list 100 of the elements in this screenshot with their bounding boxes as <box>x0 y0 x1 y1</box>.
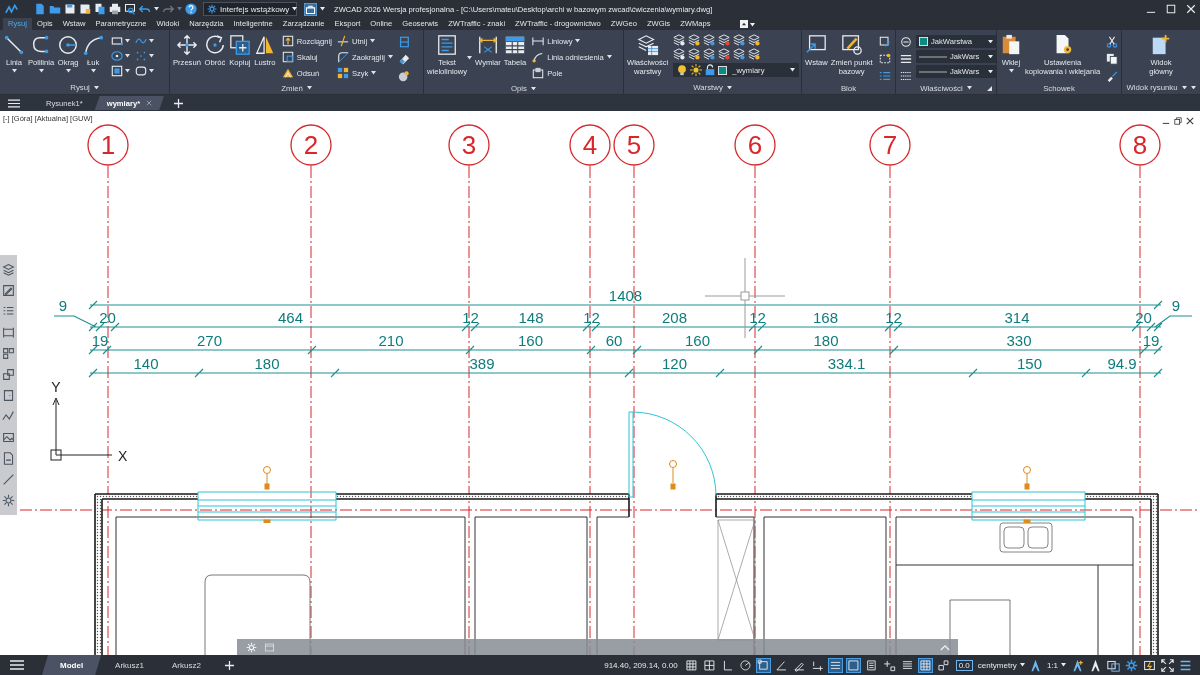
list-icon[interactable] <box>2 305 15 318</box>
caret-icon <box>149 69 155 73</box>
dimension-value: 19 <box>1142 332 1160 349</box>
light-bulb-icon <box>676 64 689 76</box>
dimension-value: 180 <box>813 332 839 349</box>
screen-magnifier-icon[interactable] <box>124 3 136 15</box>
hatch-tool-button[interactable] <box>111 65 131 77</box>
close-icon[interactable] <box>1186 117 1194 125</box>
value-field[interactable]: 0.0 <box>955 659 973 671</box>
split-rectangle-icon[interactable] <box>397 36 410 48</box>
maximize-icon[interactable] <box>1166 4 1176 14</box>
fullscreen-icon[interactable] <box>1160 658 1174 672</box>
dimension-value: 334.1 <box>827 355 866 372</box>
region-tool-button[interactable] <box>135 65 155 77</box>
overlapping-squares-icon[interactable] <box>1106 658 1120 672</box>
scissors-icon[interactable] <box>1106 36 1119 48</box>
redo-icon[interactable] <box>162 3 174 15</box>
toolbox-icon[interactable] <box>304 2 317 16</box>
caret-icon <box>38 69 44 73</box>
dimension-value: 389 <box>469 355 495 372</box>
document-icon[interactable] <box>2 452 15 465</box>
caret-icon <box>1008 69 1014 73</box>
workspace-dropdown[interactable]: Interfejs wstążkowy <box>203 2 297 16</box>
documents-icon[interactable] <box>94 3 106 15</box>
blocks-icon[interactable] <box>2 347 15 360</box>
pencil-icon[interactable] <box>2 284 15 297</box>
dimension-value: 168 <box>813 309 838 326</box>
curved-line-icon <box>532 51 545 63</box>
copy-icon[interactable] <box>1106 53 1119 65</box>
caret-icon <box>726 85 732 90</box>
dial-icon[interactable] <box>738 657 754 673</box>
dimension-value: 270 <box>197 332 222 349</box>
lightning-icon[interactable] <box>1142 658 1156 672</box>
eraser-icon[interactable] <box>397 53 410 65</box>
dotted-lines-icon[interactable] <box>900 70 912 82</box>
grid-icon[interactable] <box>684 657 700 673</box>
menu-icon[interactable] <box>10 660 24 670</box>
app-logo-icon[interactable] <box>4 2 19 16</box>
circles-icon[interactable] <box>397 70 410 82</box>
grid-axis-bubble: 7 <box>869 124 911 166</box>
door-icon[interactable] <box>2 389 15 402</box>
line-preview-icon <box>919 54 947 59</box>
array-squares-icon <box>336 67 349 79</box>
menu-icon[interactable] <box>1178 658 1192 672</box>
lines-icon[interactable] <box>828 657 844 673</box>
caret-icon <box>790 68 796 72</box>
caret-icon <box>749 23 755 27</box>
layout-tab[interactable]: Arkusz2 <box>158 655 215 675</box>
grid-axis-bubble: 5 <box>613 124 655 166</box>
copy-squares-icon <box>228 34 251 56</box>
point-tool-button[interactable] <box>135 50 155 62</box>
caret-icon <box>988 54 993 59</box>
print-icon[interactable] <box>109 3 121 15</box>
caret-icon <box>387 55 393 59</box>
restore-icon[interactable] <box>1174 117 1182 125</box>
circle-minus-icon[interactable] <box>900 36 912 48</box>
squares-icon[interactable] <box>2 368 15 381</box>
ellipse-icon <box>111 50 124 62</box>
rectangle-tool-button[interactable] <box>111 35 131 47</box>
square-pen-icon[interactable] <box>878 36 891 48</box>
undo-icon[interactable] <box>139 3 151 15</box>
open-folder-icon[interactable] <box>49 3 61 15</box>
caret-icon <box>65 69 71 73</box>
save-as-icon[interactable] <box>79 3 91 15</box>
chevron-up-icon[interactable] <box>940 643 950 651</box>
add-icon[interactable] <box>224 660 234 670</box>
grid-icon[interactable] <box>702 657 718 673</box>
dimension-value: 1408 <box>608 287 643 304</box>
square-corner-icon[interactable] <box>756 657 772 673</box>
caret-icon <box>531 86 536 91</box>
layout-tab[interactable]: Arkusz1 <box>101 655 158 675</box>
grid-icon[interactable] <box>918 657 934 673</box>
caret-icon <box>988 39 993 44</box>
box-arrow-up-icon <box>281 35 294 47</box>
dashed-box-icon[interactable] <box>878 53 891 65</box>
ellipse-tool-button[interactable] <box>111 50 131 62</box>
help-icon[interactable] <box>185 3 197 15</box>
scale-dropdown[interactable]: 1:1 <box>1044 660 1068 670</box>
brush-icon[interactable] <box>1106 70 1119 82</box>
bracket-icon[interactable] <box>2 326 15 339</box>
units-dropdown[interactable]: centymetry <box>975 660 1027 670</box>
caret-icon <box>93 85 99 90</box>
graph-icon[interactable] <box>2 410 15 423</box>
line-icon[interactable] <box>2 473 15 486</box>
grid-axis-bubble: 4 <box>569 124 611 166</box>
menu-icon[interactable] <box>8 98 20 108</box>
new-file-icon[interactable] <box>34 3 46 15</box>
rounded-corner-icon <box>336 51 349 63</box>
squares-icon[interactable] <box>936 657 952 673</box>
gear-icon[interactable] <box>1124 658 1138 672</box>
layout-tab[interactable]: Model <box>42 655 102 675</box>
square-icon[interactable] <box>846 657 862 673</box>
save-icon[interactable] <box>64 3 76 15</box>
gear-icon[interactable] <box>2 494 15 507</box>
add-icon[interactable] <box>174 98 184 108</box>
image-icon[interactable] <box>2 431 15 444</box>
panel-launcher-icon[interactable] <box>987 86 992 91</box>
list-icon[interactable] <box>878 70 891 82</box>
layers-icon[interactable] <box>2 263 15 276</box>
grid-axis-bubble: 8 <box>1119 124 1161 166</box>
